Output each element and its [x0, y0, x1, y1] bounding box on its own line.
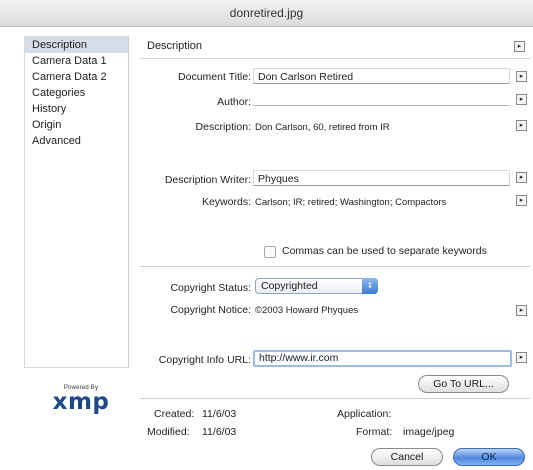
- author-menu-icon[interactable]: ▸: [516, 94, 527, 105]
- copyright-notice-menu-icon[interactable]: ▸: [516, 305, 527, 316]
- description-writer-field[interactable]: Phyques: [253, 170, 510, 186]
- copyright-url-menu-icon[interactable]: ▸: [516, 352, 527, 363]
- created-value: 11/6/03: [202, 408, 237, 420]
- copyright-notice-field[interactable]: ©2003 Howard Phyques: [255, 305, 358, 316]
- description-writer-menu-icon[interactable]: ▸: [516, 172, 527, 183]
- up-down-arrows-icon: ⇕: [362, 278, 378, 294]
- author-field[interactable]: [253, 105, 510, 106]
- author-label: Author:: [217, 96, 251, 108]
- keywords-hint: Commas can be used to separate keywords: [282, 245, 487, 257]
- keywords-field[interactable]: Carlson; IR; retired; Washington; Compac…: [255, 197, 446, 208]
- description-field[interactable]: Don Carlson, 60, retired from IR: [255, 122, 390, 133]
- created-label: Created:: [154, 408, 195, 420]
- panel-header: Description ▸: [140, 36, 530, 59]
- footer-divider: [140, 398, 530, 399]
- cancel-button[interactable]: Cancel: [371, 448, 443, 466]
- copyright-status-select[interactable]: Copyrighted ⇕: [255, 278, 378, 294]
- hint-marker-icon: [264, 246, 276, 258]
- panel-title: Description: [147, 40, 203, 52]
- copyright-url-label: Copyright Info URL:: [158, 354, 251, 366]
- copyright-url-field[interactable]: http://www.ir.com: [253, 350, 512, 367]
- sidebar-item-history[interactable]: History: [25, 101, 128, 117]
- logo-xmp: xmp: [52, 389, 110, 415]
- panel-menu-arrow-icon[interactable]: ▸: [514, 41, 525, 52]
- sidebar-item-camera-data-2[interactable]: Camera Data 2: [25, 69, 128, 85]
- document-title-field[interactable]: Don Carlson Retired: [253, 68, 510, 84]
- format-value: image/jpeg: [403, 426, 455, 438]
- xmp-logo: Powered By xmp: [46, 385, 116, 415]
- sidebar-item-camera-data-1[interactable]: Camera Data 1: [25, 53, 128, 69]
- modified-value: 11/6/03: [202, 426, 237, 438]
- copyright-status-label: Copyright Status:: [170, 282, 251, 294]
- copyright-status-value: Copyrighted: [261, 280, 318, 292]
- modified-label: Modified:: [147, 426, 190, 438]
- description-label: Description:: [195, 121, 251, 133]
- description-writer-label: Description Writer:: [164, 174, 251, 186]
- keywords-menu-icon[interactable]: ▸: [516, 195, 527, 206]
- sidebar-item-description[interactable]: Description: [25, 37, 128, 53]
- sidebar-item-origin[interactable]: Origin: [25, 117, 128, 133]
- sidebar-item-advanced[interactable]: Advanced: [25, 133, 128, 149]
- description-menu-icon[interactable]: ▸: [516, 120, 527, 131]
- ok-button[interactable]: OK: [453, 448, 525, 466]
- document-title-menu-icon[interactable]: ▸: [516, 71, 527, 82]
- window-title: donretired.jpg: [0, 0, 533, 27]
- go-to-url-button[interactable]: Go To URL...: [418, 375, 509, 393]
- sidebar: Description Camera Data 1 Camera Data 2 …: [24, 36, 129, 368]
- section-divider: [140, 266, 530, 267]
- copyright-notice-label: Copyright Notice:: [170, 304, 251, 316]
- document-title-label: Document Title:: [178, 71, 251, 83]
- sidebar-item-categories[interactable]: Categories: [25, 85, 128, 101]
- keywords-label: Keywords:: [201, 196, 251, 208]
- application-label: Application:: [337, 408, 392, 420]
- format-label: Format:: [356, 426, 393, 438]
